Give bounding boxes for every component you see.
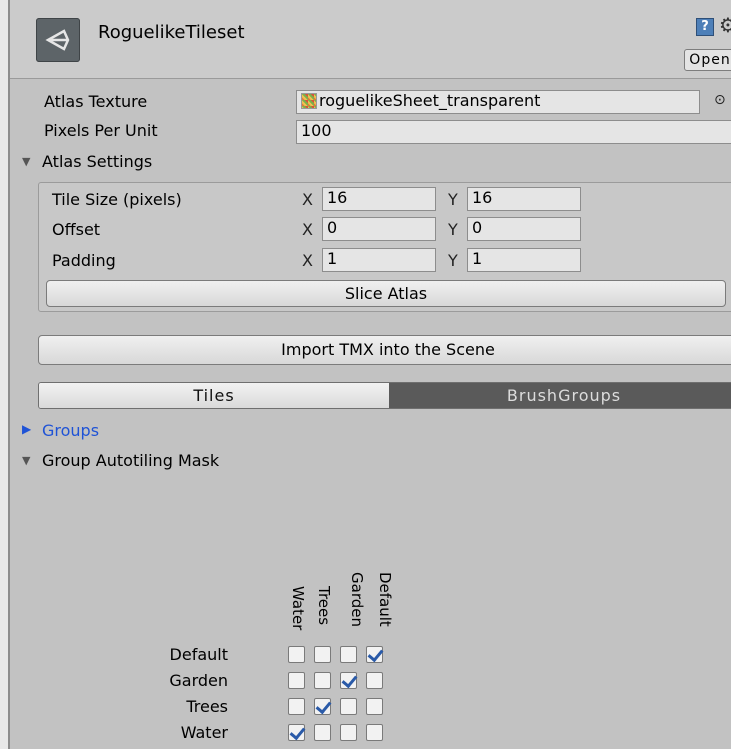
unity-asset-icon	[36, 18, 80, 62]
atlas-texture-value: roguelikeSheet_transparent	[319, 91, 541, 110]
open-button[interactable]: Open	[684, 49, 731, 71]
tab-brushgroups[interactable]: BrushGroups	[389, 383, 731, 408]
mask-checkbox-trees-default[interactable]	[366, 698, 383, 715]
mask-checkbox-default-water[interactable]	[288, 646, 305, 663]
offset-y-axis-label: Y	[448, 220, 458, 239]
mask-checkbox-trees-trees[interactable]	[314, 698, 331, 715]
atlas-settings-label[interactable]: Atlas Settings	[42, 152, 152, 171]
offset-y-field[interactable]: 0	[467, 217, 581, 241]
mask-column-label-default: Default	[376, 572, 394, 627]
slice-atlas-button[interactable]: Slice Atlas	[46, 280, 726, 307]
mask-row-label-garden: Garden	[169, 671, 228, 690]
tile-size-label: Tile Size (pixels)	[52, 190, 182, 209]
pixels-per-unit-label: Pixels Per Unit	[44, 121, 158, 140]
padding-y-field[interactable]: 1	[467, 248, 581, 272]
mask-column-label-water: Water	[289, 586, 307, 631]
mask-checkbox-garden-default[interactable]	[366, 672, 383, 689]
padding-y-axis-label: Y	[448, 251, 458, 270]
inspector-header: RoguelikeTileset ? ⚙ Open	[10, 0, 731, 79]
mask-checkbox-water-water[interactable]	[288, 724, 305, 741]
mask-checkbox-water-default[interactable]	[366, 724, 383, 741]
groups-label[interactable]: Groups	[42, 421, 99, 440]
pixels-per-unit-field[interactable]: 100	[296, 120, 731, 144]
offset-x-field[interactable]: 0	[322, 217, 436, 241]
gear-icon[interactable]: ⚙	[719, 13, 731, 37]
mask-checkbox-trees-water[interactable]	[288, 698, 305, 715]
tab-tiles[interactable]: Tiles	[39, 383, 389, 408]
mask-checkbox-default-default[interactable]	[366, 646, 383, 663]
mask-row-label-water: Water	[180, 723, 228, 742]
tile-size-y-field[interactable]: 16	[467, 187, 581, 211]
mask-checkbox-garden-trees[interactable]	[314, 672, 331, 689]
group-autotiling-mask-label[interactable]: Group Autotiling Mask	[42, 451, 219, 470]
mask-row-label-default: Default	[169, 645, 228, 664]
tile-size-x-axis-label: X	[302, 190, 313, 209]
mask-checkbox-garden-garden[interactable]	[340, 672, 357, 689]
window-left-edge	[0, 0, 10, 749]
atlas-settings-foldout-arrow-icon[interactable]: ▼	[22, 155, 30, 168]
mask-column-label-trees: Trees	[315, 586, 333, 626]
asset-title: RoguelikeTileset	[98, 22, 245, 43]
tile-size-x-field[interactable]: 16	[322, 187, 436, 211]
mask-checkbox-garden-water[interactable]	[288, 672, 305, 689]
mask-checkbox-default-trees[interactable]	[314, 646, 331, 663]
object-picker-icon[interactable]: ⊙	[714, 92, 726, 108]
mask-checkbox-water-trees[interactable]	[314, 724, 331, 741]
mask-column-label-garden: Garden	[348, 572, 366, 627]
mask-foldout-arrow-icon[interactable]: ▼	[22, 454, 30, 467]
offset-label: Offset	[52, 220, 101, 239]
tab-bar: Tiles BrushGroups	[38, 382, 731, 409]
texture-thumbnail-icon	[301, 93, 317, 109]
mask-checkbox-water-garden[interactable]	[340, 724, 357, 741]
padding-label: Padding	[52, 251, 116, 270]
mask-checkbox-trees-garden[interactable]	[340, 698, 357, 715]
mask-checkbox-default-garden[interactable]	[340, 646, 357, 663]
offset-x-axis-label: X	[302, 220, 313, 239]
atlas-texture-label: Atlas Texture	[44, 92, 148, 111]
mask-row-label-trees: Trees	[186, 697, 228, 716]
padding-x-field[interactable]: 1	[322, 248, 436, 272]
help-icon[interactable]: ?	[696, 18, 714, 36]
tile-size-y-axis-label: Y	[448, 190, 458, 209]
atlas-texture-field[interactable]: roguelikeSheet_transparent	[296, 90, 700, 114]
groups-foldout-arrow-icon[interactable]: ▶	[22, 422, 31, 436]
import-tmx-button[interactable]: Import TMX into the Scene	[38, 335, 731, 365]
padding-x-axis-label: X	[302, 251, 313, 270]
